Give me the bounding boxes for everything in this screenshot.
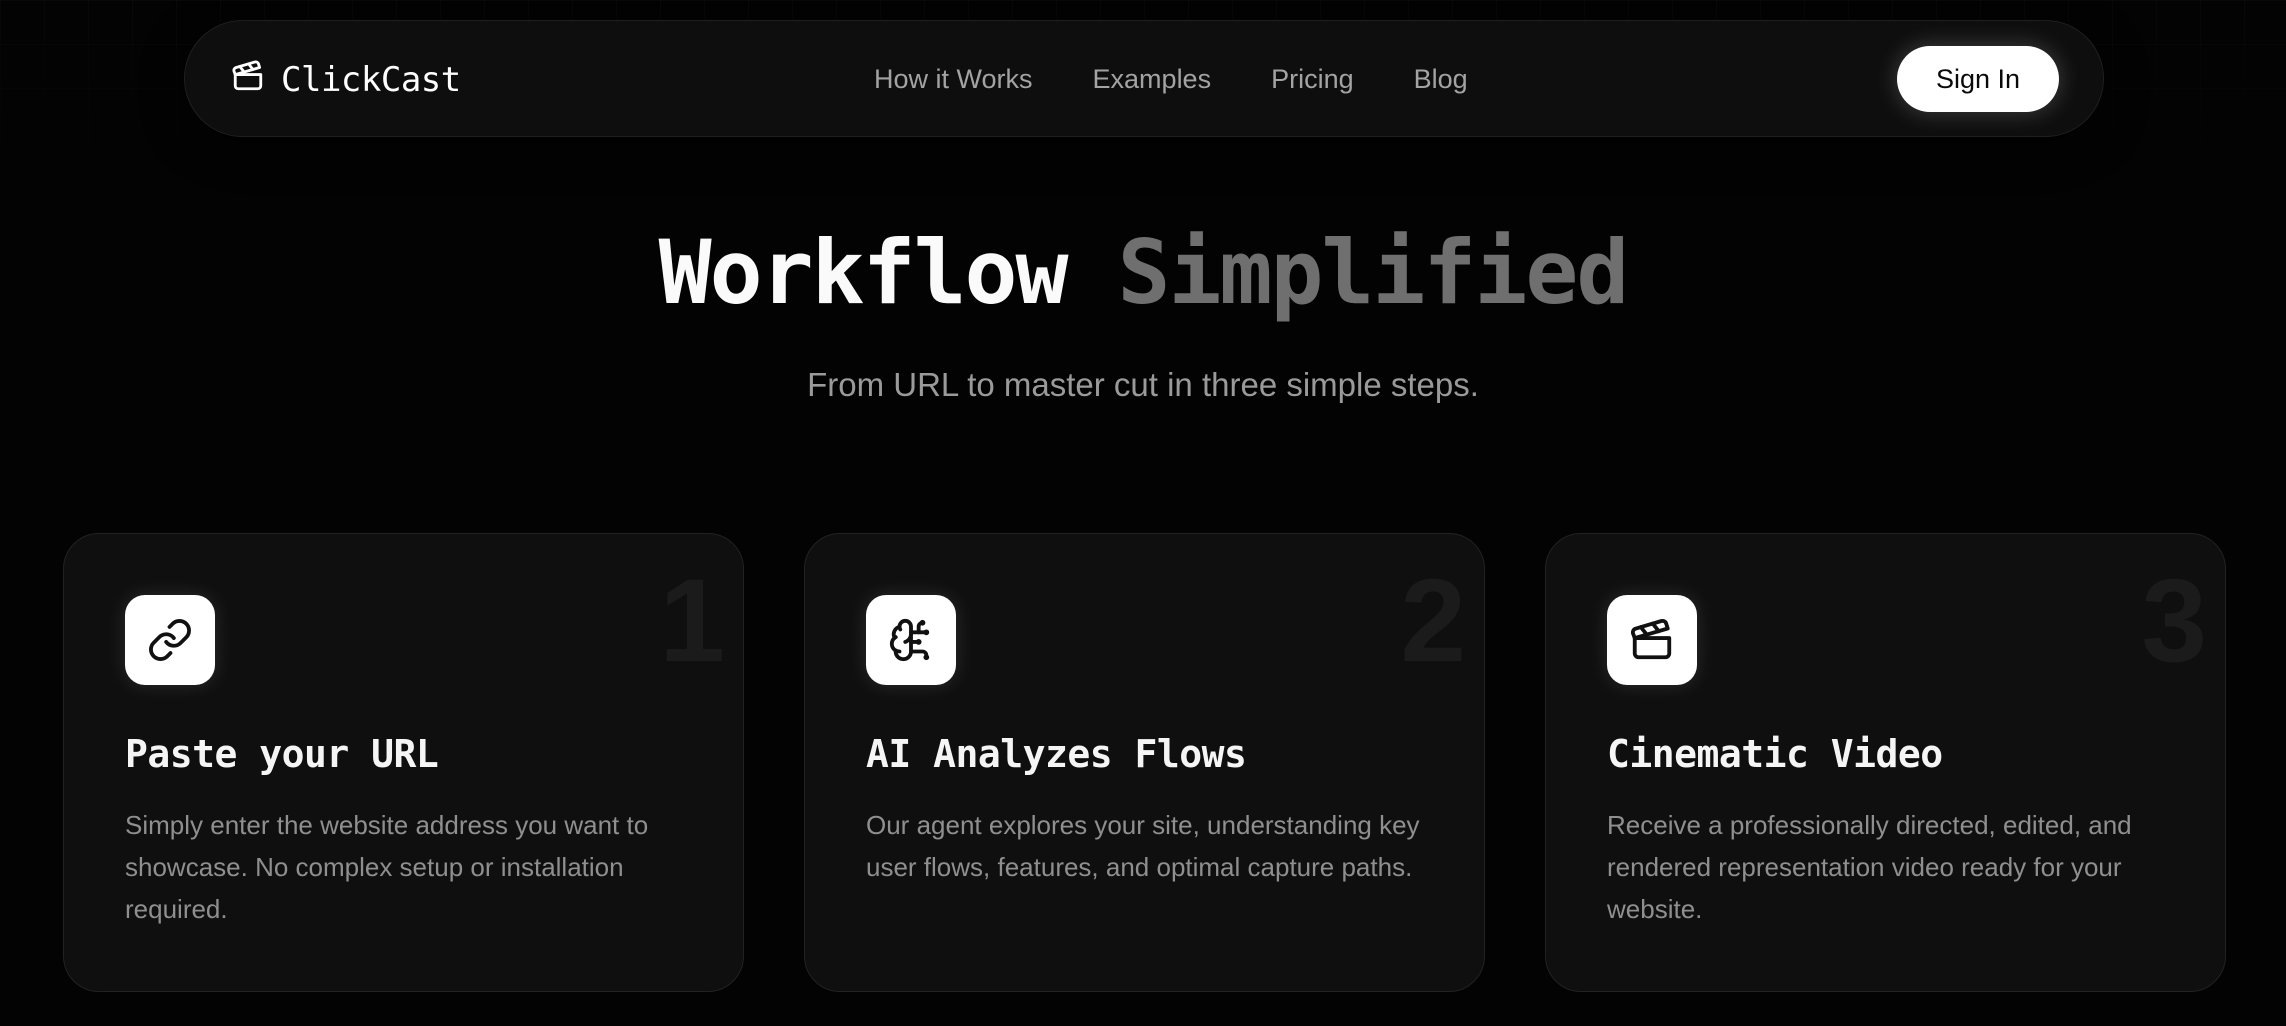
nav-link-pricing[interactable]: Pricing xyxy=(1271,64,1354,95)
step-icon-tile xyxy=(1607,595,1697,685)
step-description: Receive a professionally directed, edite… xyxy=(1607,810,2132,924)
brain-circuit-icon xyxy=(889,618,930,662)
clapperboard-icon xyxy=(1630,618,1672,660)
nav-links: How it Works Examples Pricing Blog xyxy=(874,21,1468,138)
step-title: Cinematic Video xyxy=(1607,732,1943,776)
steps-section: 1 Paste your URL Simply enter the websit… xyxy=(63,533,2226,992)
step-card-3: 3 Cinematic Video Receive a professional… xyxy=(1545,533,2226,992)
step-description: Our agent explores your site, understand… xyxy=(866,810,1420,882)
nav-link-examples[interactable]: Examples xyxy=(1093,64,1212,95)
step-number: 2 xyxy=(1400,555,1466,687)
brand-name: ClickCast xyxy=(281,59,461,100)
sign-in-button[interactable]: Sign In xyxy=(1897,46,2059,112)
step-description: Simply enter the website address you wan… xyxy=(125,810,649,924)
nav-link-blog[interactable]: Blog xyxy=(1414,64,1468,95)
step-number: 1 xyxy=(659,555,725,687)
nav-link-how-it-works[interactable]: How it Works xyxy=(874,64,1033,95)
top-navbar: ClickCast How it Works Examples Pricing … xyxy=(184,20,2104,137)
step-number: 3 xyxy=(2141,555,2207,687)
link-icon xyxy=(149,619,191,661)
step-card-2: 2 AI Analyzes Flows Our agent explores y… xyxy=(804,533,1485,992)
hero-subtitle: From URL to master cut in three simple s… xyxy=(807,366,1479,403)
hero-title-primary: Workflow xyxy=(658,221,1069,324)
step-card-1: 1 Paste your URL Simply enter the websit… xyxy=(63,533,744,992)
step-icon-tile xyxy=(125,595,215,685)
brand-logo[interactable]: ClickCast xyxy=(231,21,461,138)
hero-title-secondary: Simplified xyxy=(1117,221,1630,324)
step-title: Paste your URL xyxy=(125,732,439,776)
step-title: AI Analyzes Flows xyxy=(866,732,1247,776)
clapperboard-icon xyxy=(232,59,263,90)
step-icon-tile xyxy=(866,595,956,685)
hero-title: Workflow Simplified xyxy=(0,222,2286,324)
